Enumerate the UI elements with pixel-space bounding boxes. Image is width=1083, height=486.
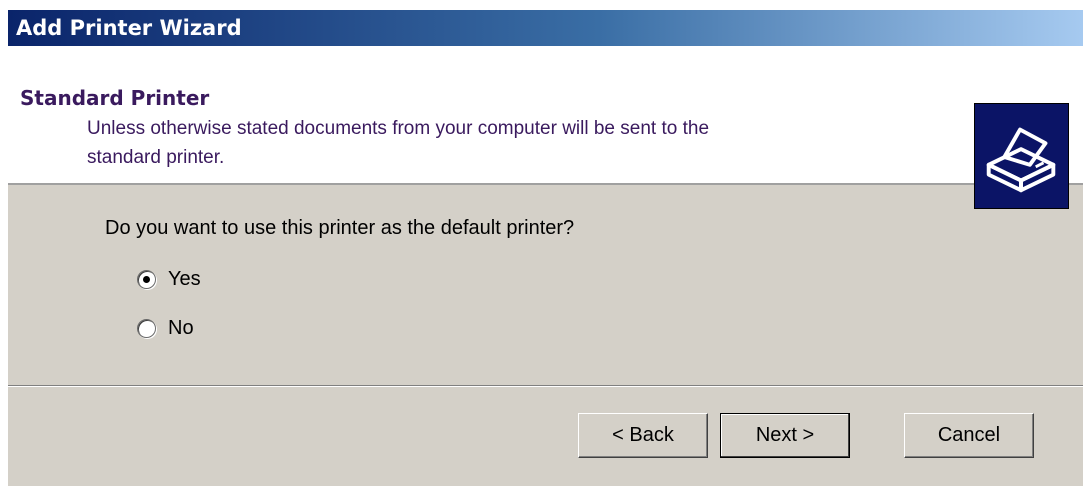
radio-no[interactable]: No: [137, 317, 194, 340]
add-printer-wizard-window: Add Printer Wizard Standard Printer Unle…: [8, 10, 1083, 486]
page-title: Standard Printer: [20, 86, 210, 110]
radio-yes[interactable]: Yes: [137, 268, 201, 291]
default-printer-question: Do you want to use this printer as the d…: [105, 217, 575, 239]
cancel-button[interactable]: Cancel: [904, 413, 1034, 458]
back-button[interactable]: < Back: [578, 413, 708, 458]
footer-divider: [8, 385, 1083, 387]
radio-button-unchecked[interactable]: [137, 319, 156, 338]
radio-dot: [143, 276, 150, 283]
radio-no-label[interactable]: No: [168, 317, 194, 340]
printer-icon: [974, 103, 1069, 209]
window-title: Add Printer Wizard: [8, 10, 1083, 46]
page-subtitle: Unless otherwise stated documents from y…: [87, 118, 710, 168]
radio-button-checked[interactable]: [137, 270, 156, 289]
wizard-header: Standard Printer Unless otherwise stated…: [8, 46, 1083, 209]
next-button[interactable]: Next >: [720, 413, 850, 458]
radio-yes-label[interactable]: Yes: [168, 268, 201, 291]
